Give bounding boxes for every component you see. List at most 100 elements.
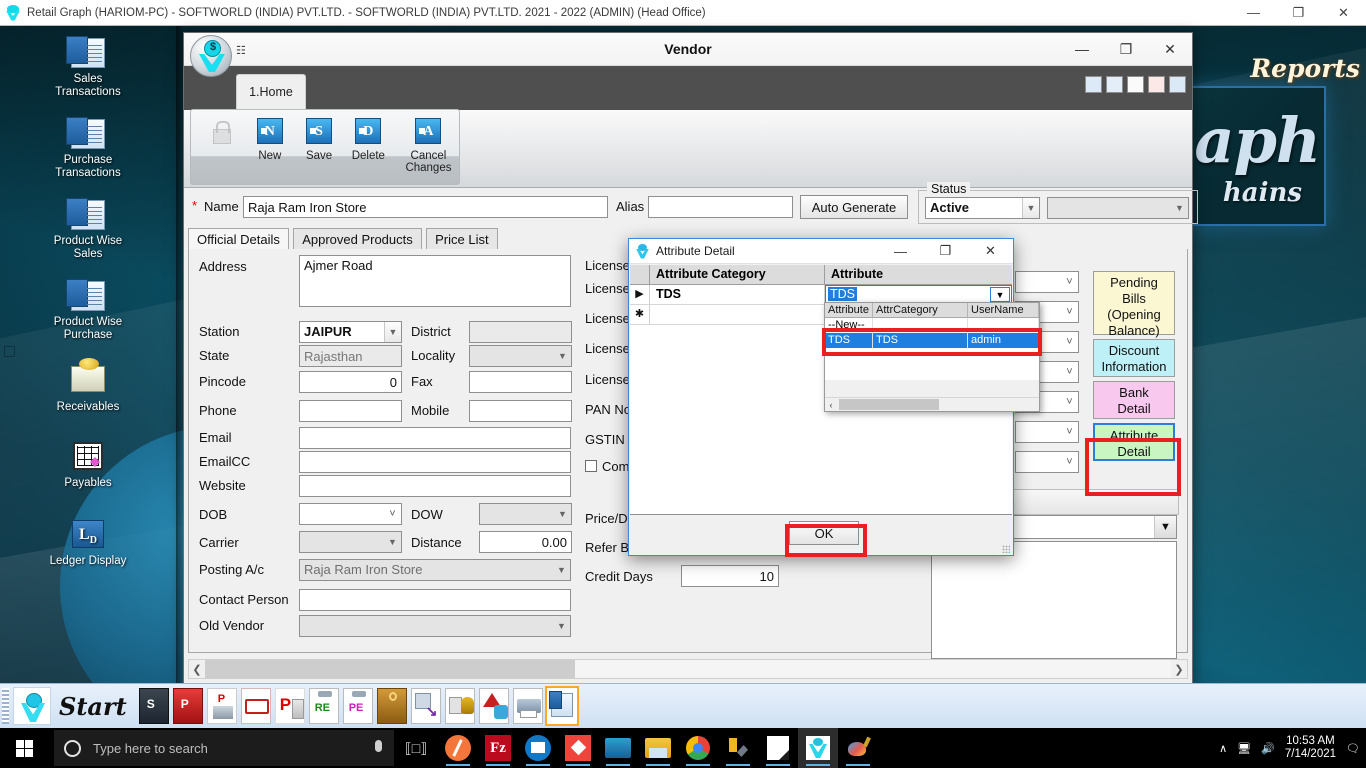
purchase-invoice-icon[interactable]: P — [172, 688, 203, 724]
taskbar-paint-icon[interactable] — [838, 728, 878, 768]
emailcc-input[interactable] — [299, 451, 571, 473]
taskbar-retail-graph-icon[interactable] — [798, 728, 838, 768]
task-view-button[interactable]: ⟦□⟧ — [394, 728, 438, 768]
desktop-icon-sales-transactions[interactable]: Sales Transactions — [0, 36, 176, 99]
app-start-button[interactable]: Start — [13, 687, 137, 725]
toolbar-grip[interactable] — [2, 688, 9, 724]
dropdown-scrollbar-thumb[interactable] — [839, 399, 939, 410]
attribute-dialog-close-button[interactable]: ✕ — [968, 239, 1013, 264]
chevron-down-icon[interactable]: ▼ — [990, 287, 1010, 302]
attribute-category-cell[interactable]: TDS — [650, 285, 825, 304]
tab-price-list[interactable]: Price List — [426, 228, 498, 250]
purchase-order-icon[interactable]: P — [274, 688, 305, 724]
vendor-minimize-button[interactable]: — — [1060, 33, 1104, 65]
taskbar-remote-desktop-icon[interactable] — [598, 728, 638, 768]
receipt-entry-icon[interactable]: RE — [308, 688, 339, 724]
volume-icon[interactable]: 🔊 — [1261, 742, 1275, 755]
attribute-category-cell-new[interactable] — [650, 305, 825, 324]
new-button[interactable]: N New — [250, 118, 289, 162]
app-close-button[interactable]: ✕ — [1321, 0, 1366, 26]
desktop-icon-ledger-display[interactable]: LD Ledger Display — [0, 520, 176, 568]
attribute-dropdown-list[interactable]: Attribute AttrCategory UserName --New-- … — [824, 302, 1040, 412]
district-input[interactable] — [469, 321, 572, 343]
scrollbar-thumb[interactable] — [205, 660, 575, 678]
auto-generate-button[interactable]: Auto Generate — [800, 195, 908, 219]
horizontal-scrollbar[interactable]: ❮ ❯ — [188, 659, 1188, 679]
taskbar-clock[interactable]: 10:53 AM 7/14/2021 — [1285, 735, 1336, 761]
export-icon[interactable] — [1169, 76, 1186, 93]
discount-information-button[interactable]: Discount Information — [1093, 339, 1175, 377]
taskbar-chrome-icon[interactable] — [678, 728, 718, 768]
scrollbar-track[interactable] — [205, 660, 1171, 678]
state-input[interactable] — [299, 345, 402, 367]
cancel-changes-button[interactable]: A Cancel Changes — [398, 118, 459, 174]
vendor-master-icon[interactable] — [544, 686, 579, 726]
name-input[interactable] — [243, 196, 608, 218]
credit-days-input[interactable] — [681, 565, 779, 587]
taskbar-notepad-icon[interactable] — [758, 728, 798, 768]
distance-input[interactable] — [479, 531, 572, 553]
pending-bills-button[interactable]: Pending Bills (Opening Balance) — [1093, 271, 1175, 338]
composition-checkbox[interactable] — [585, 460, 597, 472]
attribute-detail-button[interactable]: Attribute Detail — [1093, 423, 1175, 461]
pincode-input[interactable] — [299, 371, 402, 393]
status-combo[interactable]: Active ▼ — [925, 197, 1040, 219]
print-preview-icon[interactable] — [1106, 76, 1123, 93]
tab-official-details[interactable]: Official Details — [188, 228, 289, 250]
desktop-icon-purchase-transactions[interactable]: Purchase Transactions — [0, 117, 176, 180]
old-vendor-combo[interactable]: ▼ — [299, 615, 571, 637]
dob-combo[interactable]: ˅ — [299, 503, 402, 525]
help-icon[interactable] — [1085, 76, 1102, 93]
posting-ac-combo[interactable]: Raja Ram Iron Store ▼ — [299, 559, 571, 581]
desktop-icon-product-wise-sales[interactable]: Product Wise Sales — [0, 198, 176, 261]
order-book-icon[interactable] — [240, 688, 271, 724]
sales-invoice-icon[interactable]: S — [138, 688, 169, 724]
scroll-right-arrow-icon[interactable]: ❯ — [1171, 663, 1187, 676]
alias-input[interactable] — [648, 196, 793, 218]
document-icon[interactable] — [1127, 76, 1144, 93]
action-center-icon[interactable]: 🗨 — [1346, 742, 1360, 755]
scroll-left-arrow-icon[interactable]: ❮ — [189, 663, 205, 676]
right-combo-7[interactable]: ˅ — [1015, 451, 1079, 473]
taskbar-app-orange-icon[interactable] — [438, 728, 478, 768]
exit-icon[interactable] — [1148, 76, 1165, 93]
desktop-icon-receivables[interactable]: Receivables — [0, 358, 176, 414]
tab-home[interactable]: 1.Home — [236, 74, 306, 110]
bank-deposit-icon[interactable]: ↘ — [410, 688, 441, 724]
cash-book-icon[interactable] — [376, 688, 407, 724]
vendor-close-button[interactable]: ✕ — [1148, 33, 1192, 65]
right-combo-1[interactable]: ˅ — [1015, 271, 1079, 293]
fax-input[interactable] — [469, 371, 572, 393]
delete-button[interactable]: D Delete — [349, 118, 388, 162]
microphone-icon[interactable] — [375, 740, 382, 752]
taskbar-dev-tools-icon[interactable] — [718, 728, 758, 768]
desktop-icon-product-wise-purchase[interactable]: Product Wise Purchase — [0, 279, 176, 342]
dropdown-horizontal-scrollbar[interactable]: ‹ — [825, 397, 1039, 411]
app-minimize-button[interactable]: — — [1231, 0, 1276, 26]
resize-grip-icon[interactable] — [1002, 545, 1010, 553]
dropdown-item-new[interactable]: --New-- — [825, 318, 1039, 333]
contact-person-input[interactable] — [299, 589, 571, 611]
right-combo-6[interactable]: ˅ — [1015, 421, 1079, 443]
station-combo[interactable]: JAIPUR ▼ — [299, 321, 402, 343]
website-input[interactable] — [299, 475, 571, 497]
lock-button[interactable] — [201, 118, 240, 152]
carrier-combo[interactable]: ▼ — [299, 531, 402, 553]
purchase-printer-icon[interactable]: P — [206, 688, 237, 724]
email-input[interactable] — [299, 427, 571, 449]
taskbar-file-explorer-icon[interactable] — [638, 728, 678, 768]
attribute-dialog-minimize-button[interactable]: — — [878, 239, 923, 264]
desktop-icon-payables[interactable]: Payables — [0, 442, 176, 490]
dropdown-scroll-left-icon[interactable]: ‹ — [825, 400, 837, 410]
bank-detail-button[interactable]: Bank Detail — [1093, 381, 1175, 419]
ok-button[interactable]: OK — [789, 521, 859, 545]
payment-entry-icon[interactable]: PE — [342, 688, 373, 724]
tab-approved-products[interactable]: Approved Products — [293, 228, 422, 250]
description-textarea[interactable] — [931, 541, 1177, 659]
dow-combo[interactable]: ▼ — [479, 503, 572, 525]
windows-start-button[interactable] — [0, 728, 48, 768]
stock-transfer-icon[interactable] — [478, 688, 509, 724]
mobile-input[interactable] — [469, 400, 572, 422]
tray-chevron-up-icon[interactable]: ∧ — [1219, 742, 1227, 755]
network-icon[interactable]: 🖥 — [1237, 742, 1251, 755]
